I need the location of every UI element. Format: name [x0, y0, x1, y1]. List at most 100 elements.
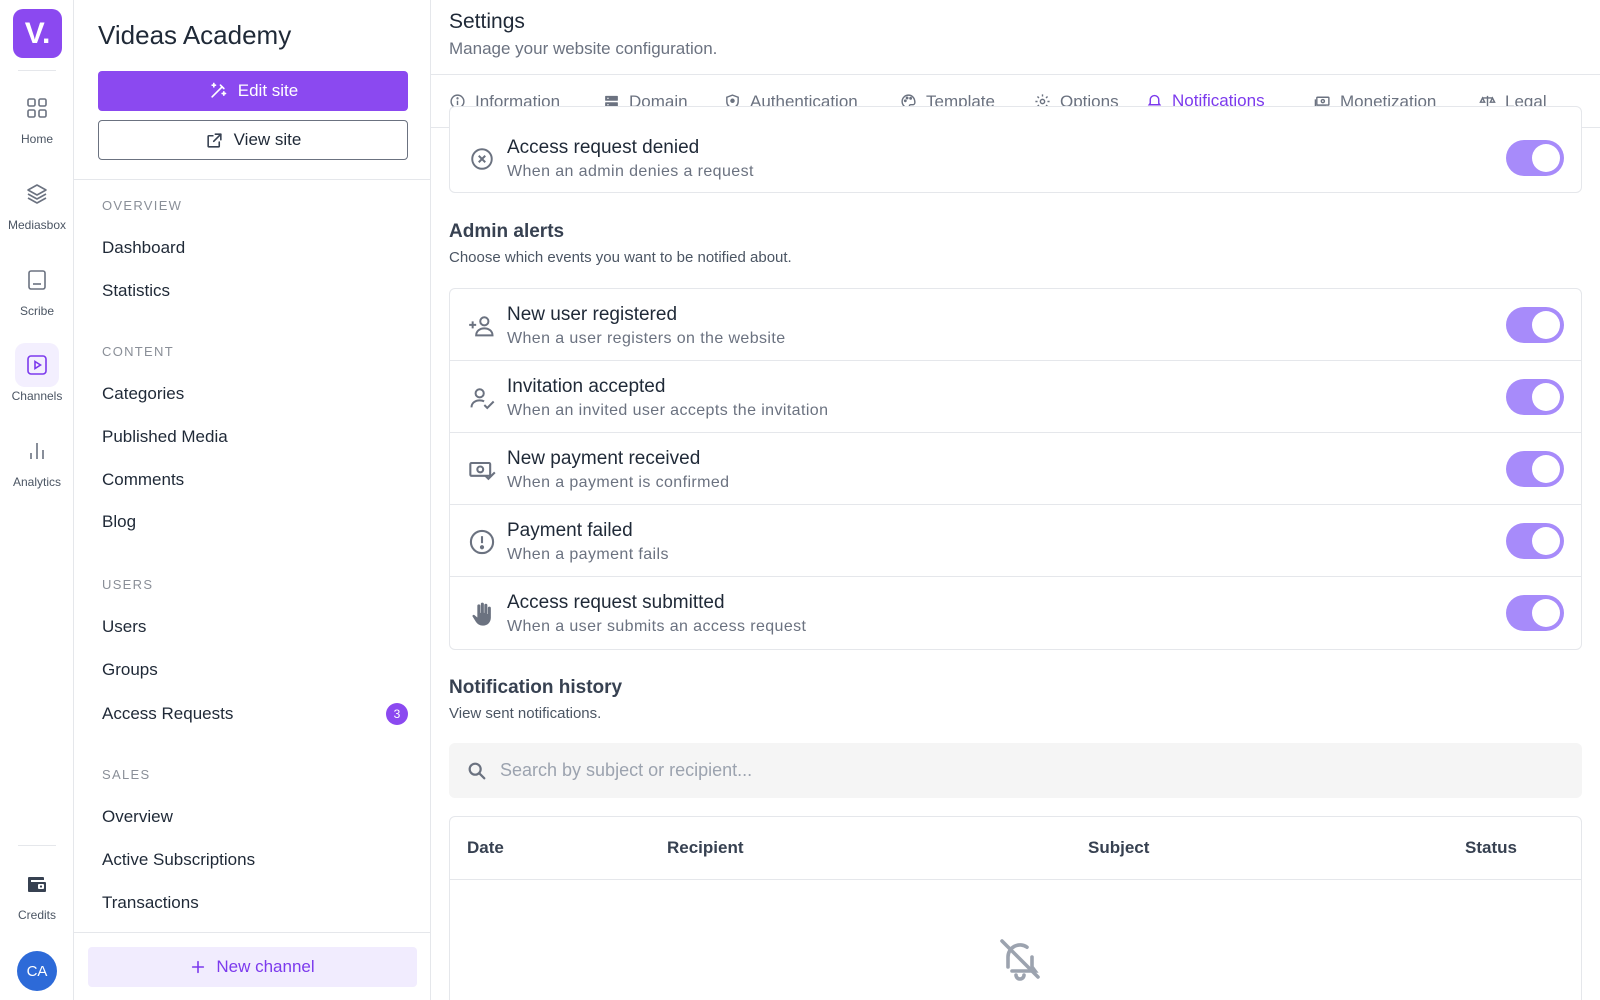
play-square-icon	[15, 343, 59, 387]
nav-divider	[74, 179, 431, 180]
nav-item-blog[interactable]: Blog	[102, 512, 408, 532]
hand-icon	[467, 599, 497, 629]
nav-item-comments[interactable]: Comments	[102, 470, 408, 490]
nav-item-label: Overview	[102, 807, 173, 826]
nav-item-groups[interactable]: Groups	[102, 660, 408, 680]
nav-item-transactions[interactable]: Transactions	[102, 893, 408, 913]
notification-toggle[interactable]	[1506, 140, 1564, 176]
section-label-content: CONTENT	[102, 344, 174, 359]
grid-icon	[15, 86, 59, 130]
rail-item-analytics[interactable]: Analytics	[0, 429, 74, 509]
alert-row-payment-received: New payment received When a payment is c…	[450, 433, 1581, 505]
rail-label: Analytics	[12, 475, 62, 489]
alert-toggle[interactable]	[1506, 451, 1564, 487]
user-plus-icon	[467, 311, 497, 341]
nav-item-statistics[interactable]: Statistics	[102, 281, 408, 301]
site-sidebar: Videas Academy Edit site View site OVERV…	[74, 0, 431, 1000]
nav-item-dashboard[interactable]: Dashboard	[102, 238, 408, 258]
alert-toggle[interactable]	[1506, 595, 1564, 631]
nav-item-users[interactable]: Users	[102, 617, 408, 637]
alert-row-payment-failed: Payment failed When a payment fails	[450, 505, 1581, 577]
alert-desc: When a payment fails	[507, 546, 669, 563]
rail-item-channels[interactable]: Channels	[0, 343, 74, 423]
nav-item-label: Groups	[102, 660, 158, 679]
rail-label: Channels	[11, 389, 63, 403]
rail-divider	[18, 845, 56, 846]
view-site-label: View site	[233, 130, 302, 149]
alert-toggle[interactable]	[1506, 307, 1564, 343]
payment-check-icon	[467, 455, 497, 485]
rail-divider	[18, 70, 56, 71]
bar-chart-icon	[15, 429, 59, 473]
rail-item-credits[interactable]: Credits	[0, 862, 74, 942]
search-icon	[466, 760, 488, 782]
rail-item-mediasbox[interactable]: Mediasbox	[0, 172, 74, 252]
column-header-status[interactable]: Status	[1465, 838, 1517, 858]
history-table: Date Recipient Subject Status	[449, 816, 1582, 1000]
column-header-subject[interactable]: Subject	[1088, 838, 1149, 858]
nav-item-label: Transactions	[102, 893, 199, 912]
magic-wand-icon	[208, 81, 228, 101]
nav-item-active-subscriptions[interactable]: Active Subscriptions	[102, 850, 408, 870]
nav-item-label: Published Media	[102, 427, 228, 446]
layers-icon	[15, 172, 59, 216]
app-rail: V. Home Mediasbox Scribe Channels Analyt…	[0, 0, 74, 1000]
alert-desc: When a payment is confirmed	[507, 474, 730, 491]
alert-title: Access request submitted	[507, 592, 725, 613]
edit-site-label: Edit site	[237, 81, 299, 100]
nav-item-label: Users	[102, 617, 147, 636]
alert-toggle[interactable]	[1506, 523, 1564, 559]
column-header-date[interactable]: Date	[467, 838, 504, 858]
user-check-icon	[467, 383, 497, 413]
section-label-overview: OVERVIEW	[102, 198, 183, 213]
rail-item-scribe[interactable]: Scribe	[0, 258, 74, 338]
page-subtitle: Manage your website configuration.	[449, 39, 718, 58]
nav-item-categories[interactable]: Categories	[102, 384, 408, 404]
bell-off-icon	[996, 935, 1044, 983]
rail-label: Scribe	[19, 304, 54, 318]
new-channel-button[interactable]: New channel	[88, 947, 417, 987]
nav-item-published-media[interactable]: Published Media	[102, 427, 408, 447]
admin-alerts-title: Admin alerts	[449, 221, 565, 242]
nav-item-label: Comments	[102, 470, 185, 489]
rail-label: Home	[20, 132, 53, 146]
view-site-button[interactable]: View site	[98, 120, 408, 160]
document-icon	[15, 258, 59, 302]
history-search	[449, 743, 1582, 798]
nav-item-label: Statistics	[102, 281, 171, 300]
rail-item-home[interactable]: Home	[0, 86, 74, 166]
page-title: Settings	[449, 10, 525, 33]
nav-item-label: Blog	[102, 512, 137, 531]
alert-row-access-request: Access request submitted When a user sub…	[450, 577, 1581, 649]
column-header-recipient[interactable]: Recipient	[667, 838, 744, 858]
avatar[interactable]: CA	[17, 951, 57, 991]
nav-item-label: Active Subscriptions	[102, 850, 256, 869]
settings-main: Settings Manage your website configurati…	[431, 0, 1600, 1000]
nav-item-label: Categories	[102, 384, 185, 403]
external-link-icon	[205, 131, 224, 150]
site-title: Videas Academy	[98, 20, 292, 50]
search-input[interactable]	[500, 760, 1500, 781]
admin-alerts-subtitle: Choose which events you want to be notif…	[449, 249, 792, 266]
alert-circle-icon	[467, 527, 497, 557]
section-label-sales: SALES	[102, 767, 151, 782]
table-header-divider	[450, 879, 1581, 880]
app-logo[interactable]: V.	[13, 9, 62, 58]
alert-toggle[interactable]	[1506, 379, 1564, 415]
rail-label: Credits	[17, 908, 56, 922]
nav-item-label: Access Requests	[102, 704, 234, 723]
notification-title: Access request denied	[507, 137, 700, 158]
alert-title: New payment received	[507, 448, 701, 469]
nav-item-access-requests[interactable]: Access Requests 3	[102, 703, 408, 725]
nav-item-sales-overview[interactable]: Overview	[102, 807, 408, 827]
alert-title: Payment failed	[507, 520, 633, 541]
notification-desc: When an admin denies a request	[507, 163, 754, 180]
edit-site-button[interactable]: Edit site	[98, 71, 408, 111]
rail-label: Mediasbox	[7, 218, 67, 232]
section-label-users: USERS	[102, 577, 154, 592]
admin-alerts-card: New user registered When a user register…	[449, 288, 1582, 650]
nav-item-label: Dashboard	[102, 238, 186, 257]
nav-divider	[74, 932, 431, 933]
alert-row-new-user: New user registered When a user register…	[450, 289, 1581, 361]
user-notifications-card: Access request denied When an admin deni…	[449, 106, 1582, 193]
